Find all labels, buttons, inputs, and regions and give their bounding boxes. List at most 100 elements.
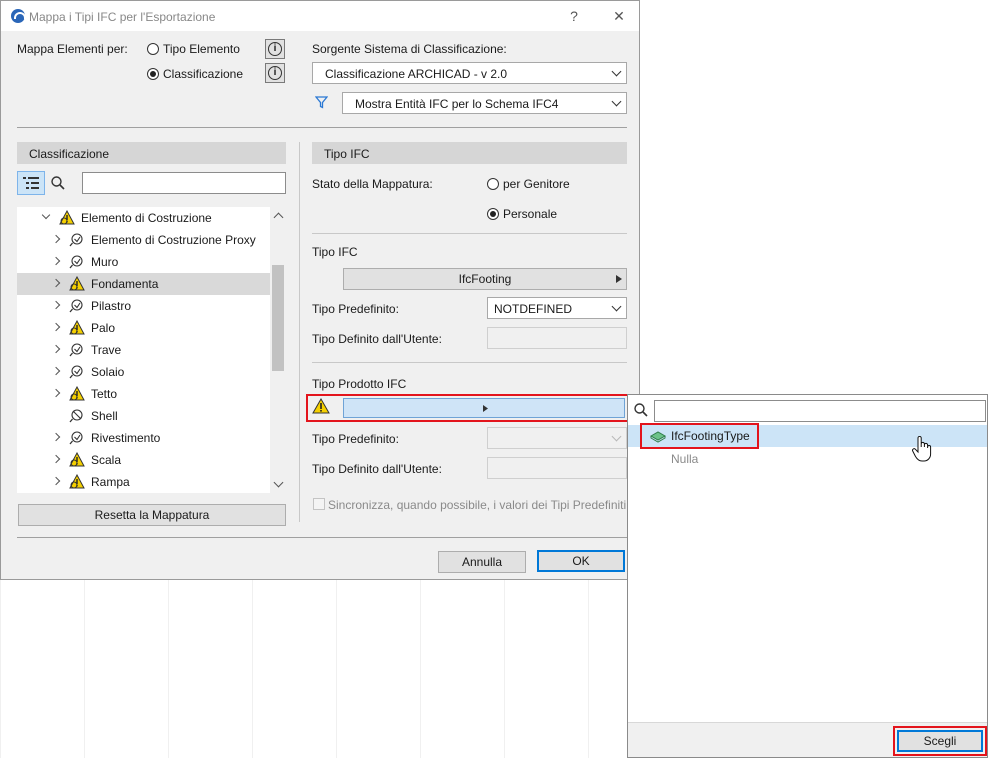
tree-item-fondamenta[interactable]: Fondamenta <box>17 273 270 295</box>
tree-scrollbar-thumb[interactable] <box>272 265 284 371</box>
ifc-schema-filter-dropdown[interactable]: Mostra Entità IFC per lo Schema IFC4 <box>342 92 627 114</box>
chevron-right-icon[interactable] <box>51 344 61 354</box>
tree-item-label: Elemento di Costruzione Proxy <box>91 233 256 247</box>
info-icon[interactable]: i <box>265 63 285 83</box>
chevron-right-icon[interactable] <box>51 476 61 486</box>
cancel-button[interactable]: Annulla <box>438 551 526 573</box>
tree-item-label: Shell <box>91 409 118 423</box>
classification-icon <box>69 431 83 445</box>
tree-item-solaio[interactable]: Solaio <box>17 361 270 383</box>
radio-classification-label[interactable]: Classificazione <box>163 67 243 81</box>
tree-item-pilastro[interactable]: Pilastro <box>17 295 270 317</box>
tree-item-label: Rampa <box>91 475 130 489</box>
classification-icon <box>69 255 83 269</box>
warning-icon <box>69 474 85 489</box>
window-title: Mappa i Tipi IFC per l'Esportazione <box>29 10 216 24</box>
mapping-status-label: Stato della Mappatura: <box>312 177 433 191</box>
classification-search-input[interactable] <box>82 172 286 194</box>
sync-checkbox-label[interactable]: Sincronizza, quando possibile, i valori … <box>328 498 626 512</box>
classification-source-dropdown[interactable]: Classificazione ARCHICAD - v 2.0 <box>312 62 627 84</box>
tree-item-elemento-di-costruzione-proxy[interactable]: Elemento di Costruzione Proxy <box>17 229 270 251</box>
chevron-right-icon[interactable] <box>51 322 61 332</box>
radio-element-type-label[interactable]: Tipo Elemento <box>163 42 240 56</box>
divider <box>312 362 627 363</box>
triangle-right-icon <box>616 275 622 283</box>
tree-item-shell[interactable]: Shell <box>17 405 270 427</box>
popup-search-input[interactable] <box>654 400 986 422</box>
tree-item-label: Palo <box>91 321 116 335</box>
radio-custom[interactable] <box>487 208 499 220</box>
tree-item-tetto[interactable]: Tetto <box>17 383 270 405</box>
sync-checkbox[interactable] <box>313 498 325 510</box>
archicad-app-icon <box>11 9 26 23</box>
ifcfootingtype-highlight <box>640 423 759 449</box>
map-by-label: Mappa Elementi per: <box>17 42 128 56</box>
warning-icon <box>59 210 75 225</box>
radio-element-type[interactable] <box>147 43 159 55</box>
chevron-right-icon[interactable] <box>51 366 61 376</box>
tree-item-label: Muro <box>91 255 119 269</box>
tree-item-scala[interactable]: Scala <box>17 449 270 471</box>
tree-item-label: Scala <box>91 453 122 467</box>
tree-item-palo[interactable]: Palo <box>17 317 270 339</box>
ok-button[interactable]: OK <box>537 550 625 572</box>
tree-item-trave[interactable]: Trave <box>17 339 270 361</box>
map-ifc-types-dialog: Mappa i Tipi IFC per l'Esportazione ? ✕ … <box>0 0 640 580</box>
classification-icon <box>69 233 83 247</box>
ifc-type-selector-button[interactable]: IfcFooting <box>343 268 627 290</box>
info-icon[interactable]: i <box>265 39 285 59</box>
chevron-down-icon <box>611 301 622 312</box>
triangle-right-icon <box>483 405 488 412</box>
chevron-down-icon <box>611 66 622 77</box>
product-predefined-type-dropdown[interactable] <box>487 427 627 449</box>
user-defined-type-input[interactable] <box>487 327 627 349</box>
tree-item-label: Fondamenta <box>91 277 159 291</box>
choose-button[interactable]: Scegli <box>897 730 983 752</box>
classification-icon <box>69 343 83 357</box>
ifc-type-label: Tipo IFC <box>312 245 358 259</box>
filter-icon <box>315 96 328 109</box>
warning-icon <box>69 452 85 467</box>
panel-splitter <box>299 142 300 522</box>
tree-item-rampa[interactable]: Rampa <box>17 471 270 493</box>
warning-icon <box>69 320 85 335</box>
tree-item-label: Tetto <box>91 387 118 401</box>
chevron-right-icon[interactable] <box>51 256 61 266</box>
tree-item-elemento-di-costruzione[interactable]: Elemento di Costruzione <box>17 207 270 229</box>
tree-list-icon <box>23 177 39 189</box>
search-icon <box>634 403 648 417</box>
divider <box>312 233 627 234</box>
chevron-down-icon <box>611 96 622 107</box>
tree-item-muro[interactable]: Muro <box>17 251 270 273</box>
ifc-product-type-selector-button[interactable] <box>343 398 625 418</box>
radio-classification[interactable] <box>147 68 159 80</box>
chevron-right-icon[interactable] <box>51 432 61 442</box>
product-predefined-type-label: Tipo Predefinito: <box>312 432 399 446</box>
chevron-right-icon[interactable] <box>51 300 61 310</box>
tree-item-label: Solaio <box>91 365 125 379</box>
warning-icon <box>69 386 85 401</box>
radio-by-parent[interactable] <box>487 178 499 190</box>
close-button[interactable]: ✕ <box>609 7 629 25</box>
hand-cursor-icon <box>912 436 932 462</box>
tree-item-rivestimento[interactable]: Rivestimento <box>17 427 270 449</box>
chevron-right-icon[interactable] <box>51 278 61 288</box>
help-button[interactable]: ? <box>564 7 584 25</box>
radio-custom-label[interactable]: Personale <box>503 207 557 221</box>
source-label: Sorgente Sistema di Classificazione: <box>312 42 507 56</box>
chevron-right-icon[interactable] <box>51 454 61 464</box>
predefined-type-dropdown[interactable]: NOTDEFINED <box>487 297 627 319</box>
warning-icon <box>69 276 85 291</box>
reset-mapping-button[interactable]: Resetta la Mappatura <box>18 504 286 526</box>
chevron-down-icon[interactable] <box>41 210 51 220</box>
user-defined-type-label: Tipo Definito dall'Utente: <box>312 332 442 346</box>
chevron-down-icon <box>611 431 622 442</box>
product-user-defined-type-input[interactable] <box>487 457 627 479</box>
popup-item-none[interactable]: Nulla <box>671 452 698 466</box>
radio-by-parent-label[interactable]: per Genitore <box>503 177 570 191</box>
tree-item-label: Trave <box>91 343 122 357</box>
chevron-right-icon[interactable] <box>51 388 61 398</box>
divider <box>17 537 627 538</box>
chevron-right-icon[interactable] <box>51 234 61 244</box>
tree-view-toggle-button[interactable] <box>17 171 45 195</box>
